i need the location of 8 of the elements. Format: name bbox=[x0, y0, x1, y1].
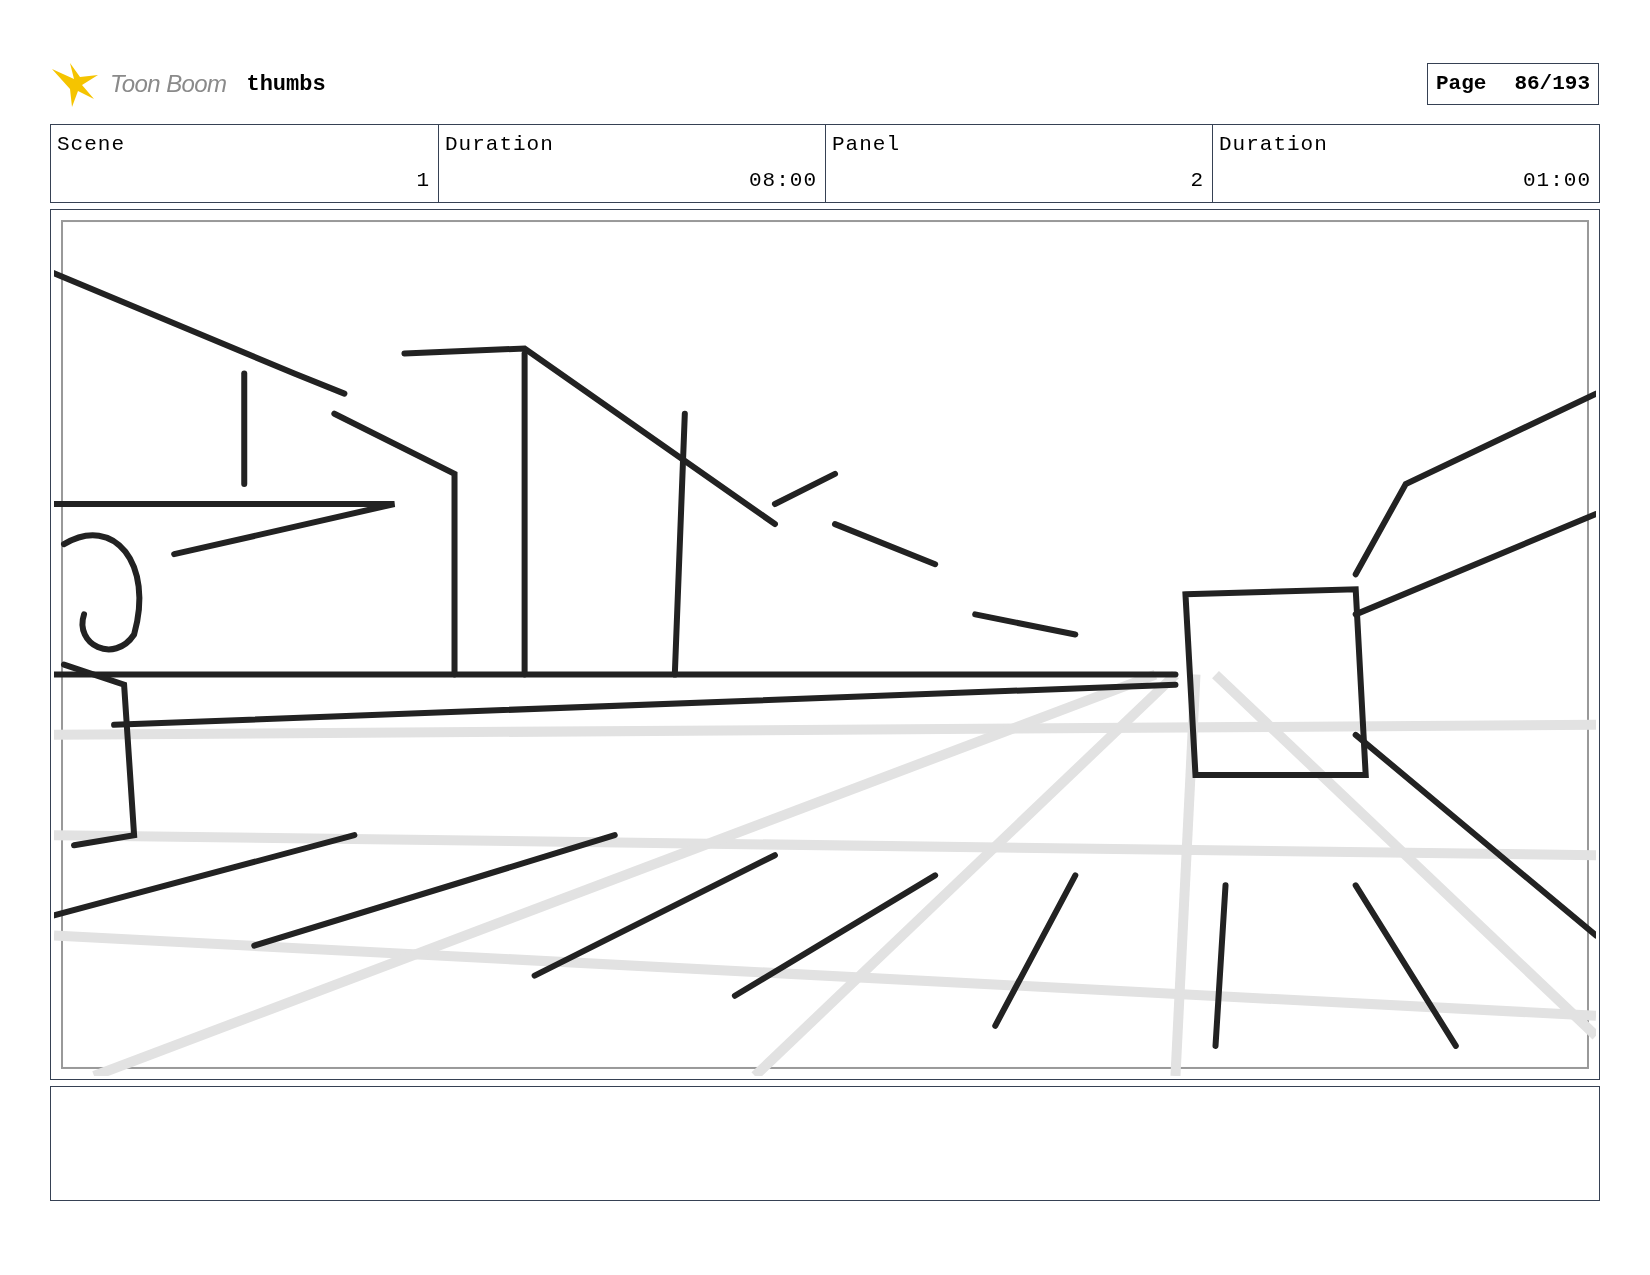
info-cell-text: Scene 1 bbox=[56, 132, 431, 194]
page-number: 86/193 bbox=[1514, 71, 1590, 98]
info-cell: Panel 2 bbox=[825, 125, 1212, 202]
info-cell: Duration 08:00 bbox=[438, 125, 825, 202]
page-label: Page bbox=[1435, 71, 1487, 98]
info-cell: Duration 01:00 bbox=[1212, 125, 1599, 202]
logo-text: Toon Boom bbox=[110, 69, 227, 99]
document-title: thumbs bbox=[246, 70, 326, 99]
